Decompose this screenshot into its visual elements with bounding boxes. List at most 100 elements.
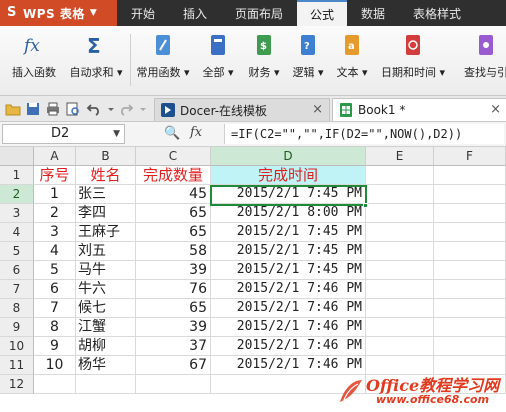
cell-d1[interactable]: 完成时间 (211, 166, 366, 185)
cell-e4[interactable] (366, 223, 434, 242)
tab-insert[interactable]: 插入 (169, 0, 221, 26)
tab-book1[interactable]: Book1 * × (332, 98, 506, 121)
cell-c3[interactable]: 65 (136, 204, 211, 223)
cell-c11[interactable]: 67 (136, 356, 211, 375)
tab-table-style[interactable]: 表格样式 (399, 0, 475, 26)
column-header-a[interactable]: A (34, 147, 76, 166)
cell-b3[interactable]: 李四 (76, 204, 136, 223)
datetime-button[interactable]: 日期和时间 ▾ (376, 30, 450, 90)
cell-b1[interactable]: 姓名 (76, 166, 136, 185)
cell-a10[interactable]: 9 (34, 337, 76, 356)
cell-d3[interactable]: 2015/2/1 8:00 PM (211, 204, 366, 223)
cell-b12[interactable] (76, 375, 136, 394)
cell-a4[interactable]: 3 (34, 223, 76, 242)
cell-e8[interactable] (366, 299, 434, 318)
print-preview-icon[interactable] (65, 101, 81, 117)
cell-e9[interactable] (366, 318, 434, 337)
save-icon[interactable] (25, 101, 41, 117)
cell-b8[interactable]: 候七 (76, 299, 136, 318)
column-header-e[interactable]: E (366, 147, 434, 166)
cell-f6[interactable] (434, 261, 506, 280)
undo-dropdown-icon[interactable] (106, 101, 116, 117)
cell-c9[interactable]: 39 (136, 318, 211, 337)
cell-b9[interactable]: 江蟹 (76, 318, 136, 337)
column-header-c[interactable]: C (136, 147, 211, 166)
cell-a6[interactable]: 5 (34, 261, 76, 280)
cell-a7[interactable]: 6 (34, 280, 76, 299)
column-header-f[interactable]: F (434, 147, 506, 166)
cell-c4[interactable]: 65 (136, 223, 211, 242)
cell-d7[interactable]: 2015/2/1 7:46 PM (211, 280, 366, 299)
row-header[interactable]: 5 (0, 242, 34, 261)
cell-c1[interactable]: 完成数量 (136, 166, 211, 185)
cell-d9[interactable]: 2015/2/1 7:46 PM (211, 318, 366, 337)
name-box[interactable]: D2 ▼ (2, 124, 125, 144)
tab-formulas[interactable]: 公式 (297, 0, 347, 26)
tab-docer-templates[interactable]: Docer-在线模板 × (154, 98, 330, 121)
autosum-button[interactable]: Σ 自动求和 ▾ (66, 30, 126, 90)
redo-dropdown-icon[interactable] (138, 101, 148, 117)
row-header[interactable]: 1 (0, 166, 34, 185)
cell-a11[interactable]: 10 (34, 356, 76, 375)
cell-e2[interactable] (366, 185, 434, 204)
fx-icon[interactable]: fx (190, 125, 202, 140)
cell-f5[interactable] (434, 242, 506, 261)
cell-c7[interactable]: 76 (136, 280, 211, 299)
common-functions-button[interactable]: 常用函数 ▾ (134, 30, 192, 90)
row-header[interactable]: 8 (0, 299, 34, 318)
cell-c12[interactable] (136, 375, 211, 394)
row-header[interactable]: 7 (0, 280, 34, 299)
redo-icon[interactable] (118, 101, 134, 117)
row-header[interactable]: 3 (0, 204, 34, 223)
cell-c6[interactable]: 39 (136, 261, 211, 280)
cell-a8[interactable]: 7 (34, 299, 76, 318)
cell-c10[interactable]: 37 (136, 337, 211, 356)
fill-handle[interactable] (363, 203, 368, 208)
logic-button[interactable]: ? 逻辑 ▾ (288, 30, 328, 90)
chevron-down-icon[interactable]: ▼ (113, 125, 120, 143)
row-header[interactable]: 6 (0, 261, 34, 280)
all-functions-button[interactable]: 全部 ▾ (198, 30, 238, 90)
cell-f7[interactable] (434, 280, 506, 299)
cell-d4[interactable]: 2015/2/1 7:45 PM (211, 223, 366, 242)
cell-d10[interactable]: 2015/2/1 7:46 PM (211, 337, 366, 356)
cell-b7[interactable]: 牛六 (76, 280, 136, 299)
cell-b11[interactable]: 杨华 (76, 356, 136, 375)
cell-d2[interactable]: 2015/2/1 7:45 PM (211, 185, 366, 204)
tab-page-layout[interactable]: 页面布局 (221, 0, 297, 26)
cell-f9[interactable] (434, 318, 506, 337)
cell-a5[interactable]: 4 (34, 242, 76, 261)
column-header-d[interactable]: D (211, 147, 366, 166)
cell-a2[interactable]: 1 (34, 185, 76, 204)
cell-c5[interactable]: 58 (136, 242, 211, 261)
cell-f1[interactable] (434, 166, 506, 185)
cell-e6[interactable] (366, 261, 434, 280)
cell-a1[interactable]: 序号 (34, 166, 76, 185)
row-header[interactable]: 9 (0, 318, 34, 337)
open-folder-icon[interactable] (5, 101, 21, 117)
app-menu-button[interactable]: WPS 表格 ▼ (0, 0, 117, 26)
cell-e7[interactable] (366, 280, 434, 299)
column-header-b[interactable]: B (76, 147, 136, 166)
formula-input[interactable]: =IF(C2="","",IF(D2="",NOW(),D2)) (224, 124, 504, 144)
tab-data[interactable]: 数据 (347, 0, 399, 26)
cell-b2[interactable]: 张三 (76, 185, 136, 204)
row-header[interactable]: 12 (0, 375, 34, 394)
tab-home[interactable]: 开始 (117, 0, 169, 26)
cell-f10[interactable] (434, 337, 506, 356)
finance-button[interactable]: $ 财务 ▾ (244, 30, 284, 90)
zoom-icon[interactable]: 🔍 (164, 126, 180, 141)
cell-a3[interactable]: 2 (34, 204, 76, 223)
cell-f4[interactable] (434, 223, 506, 242)
cell-d8[interactable]: 2015/2/1 7:46 PM (211, 299, 366, 318)
lookup-button[interactable]: 查找与引 (456, 30, 506, 90)
close-icon[interactable]: × (312, 102, 323, 117)
cell-f3[interactable] (434, 204, 506, 223)
cell-f2[interactable] (434, 185, 506, 204)
cell-b5[interactable]: 刘五 (76, 242, 136, 261)
row-header[interactable]: 2 (0, 185, 34, 204)
cell-e10[interactable] (366, 337, 434, 356)
undo-icon[interactable] (86, 101, 102, 117)
cell-d5[interactable]: 2015/2/1 7:45 PM (211, 242, 366, 261)
row-header[interactable]: 11 (0, 356, 34, 375)
